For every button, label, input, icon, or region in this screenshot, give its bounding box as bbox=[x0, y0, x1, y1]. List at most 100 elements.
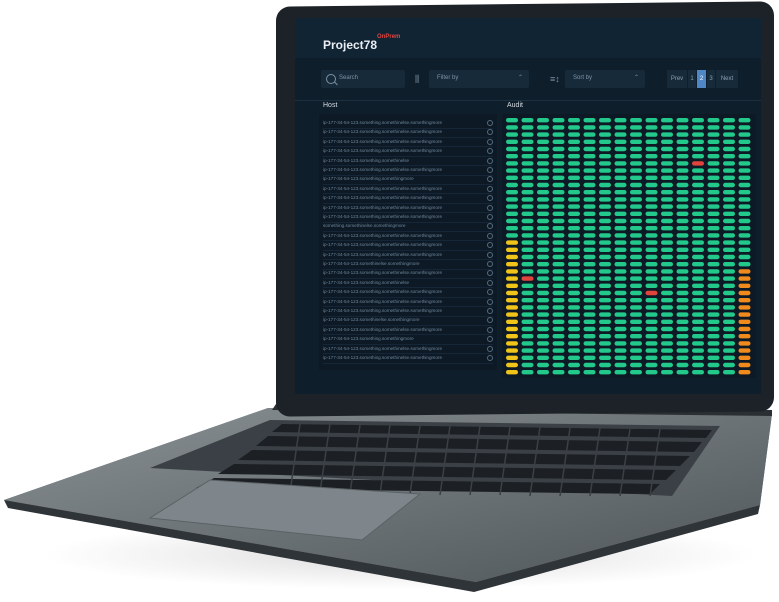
audit-cell[interactable] bbox=[707, 154, 720, 159]
host-row[interactable]: ip-177-34-54-123.something.somethinelse.… bbox=[323, 289, 493, 298]
info-icon[interactable] bbox=[487, 251, 493, 258]
audit-cell[interactable] bbox=[583, 298, 596, 303]
audit-cell[interactable] bbox=[521, 226, 534, 231]
audit-cell[interactable] bbox=[506, 211, 518, 216]
audit-cell[interactable] bbox=[692, 283, 704, 288]
audit-cell[interactable] bbox=[645, 319, 658, 324]
audit-cell[interactable] bbox=[537, 161, 549, 166]
audit-cell[interactable] bbox=[614, 326, 627, 332]
audit-cell[interactable] bbox=[692, 182, 704, 188]
audit-cell[interactable] bbox=[738, 305, 751, 310]
audit-cell[interactable] bbox=[614, 168, 627, 173]
audit-cell[interactable] bbox=[676, 355, 689, 360]
audit-cell[interactable] bbox=[738, 154, 751, 159]
audit-cell[interactable] bbox=[583, 283, 596, 288]
audit-cell[interactable] bbox=[599, 190, 611, 195]
audit-cell[interactable] bbox=[661, 154, 673, 159]
audit-cell[interactable] bbox=[552, 370, 565, 375]
host-row[interactable]: ip-177-34-54-123.somethinelse.somethingm… bbox=[323, 317, 493, 326]
audit-cell[interactable] bbox=[723, 240, 735, 245]
audit-cell[interactable] bbox=[676, 218, 689, 224]
audit-cell[interactable] bbox=[614, 211, 627, 216]
audit-cell[interactable] bbox=[645, 118, 658, 123]
audit-cell[interactable] bbox=[723, 341, 735, 346]
audit-cell[interactable] bbox=[630, 341, 642, 346]
audit-cell[interactable] bbox=[537, 204, 549, 209]
host-row[interactable]: ip-177-34-54-123.something.somethinelse.… bbox=[323, 270, 493, 279]
audit-cell[interactable] bbox=[692, 312, 704, 317]
audit-cell[interactable] bbox=[723, 211, 735, 216]
audit-cell[interactable] bbox=[661, 298, 673, 303]
audit-cell[interactable] bbox=[599, 161, 611, 166]
audit-cell[interactable] bbox=[723, 197, 735, 202]
audit-cell[interactable] bbox=[599, 132, 611, 137]
audit-cell[interactable] bbox=[723, 132, 735, 137]
audit-cell[interactable] bbox=[506, 283, 518, 288]
audit-cell[interactable] bbox=[661, 276, 673, 281]
audit-cell[interactable] bbox=[583, 319, 596, 324]
audit-cell[interactable] bbox=[583, 348, 596, 353]
audit-cell[interactable] bbox=[521, 305, 534, 310]
audit-cell[interactable] bbox=[506, 161, 518, 166]
audit-cell[interactable] bbox=[661, 290, 673, 296]
host-row[interactable]: ip-177-34-54-123.something.somethinelse.… bbox=[323, 129, 493, 138]
audit-cell[interactable] bbox=[630, 218, 642, 224]
audit-cell[interactable] bbox=[568, 182, 580, 188]
info-icon[interactable] bbox=[487, 120, 493, 126]
audit-cell[interactable] bbox=[506, 269, 518, 274]
host-row[interactable]: ip-177-34-54-123.something.somethinelse.… bbox=[323, 355, 493, 364]
audit-cell[interactable] bbox=[521, 168, 534, 173]
audit-cell[interactable] bbox=[630, 362, 642, 368]
audit-cell[interactable] bbox=[692, 254, 704, 260]
audit-cell[interactable] bbox=[723, 334, 735, 339]
audit-cell[interactable] bbox=[692, 218, 704, 224]
audit-cell[interactable] bbox=[521, 139, 534, 144]
audit-cell[interactable] bbox=[723, 283, 735, 288]
audit-cell[interactable] bbox=[506, 175, 518, 180]
audit-cell[interactable] bbox=[537, 326, 549, 332]
audit-cell[interactable] bbox=[506, 370, 518, 375]
audit-cell[interactable] bbox=[506, 247, 518, 252]
audit-cell[interactable] bbox=[568, 118, 580, 123]
audit-cell[interactable] bbox=[645, 262, 658, 267]
audit-cell[interactable] bbox=[614, 240, 627, 245]
audit-cell[interactable] bbox=[521, 132, 534, 137]
audit-cell[interactable] bbox=[676, 139, 689, 144]
audit-cell[interactable] bbox=[676, 269, 689, 274]
audit-cell[interactable] bbox=[723, 305, 735, 310]
audit-cell[interactable] bbox=[521, 254, 534, 260]
audit-cell[interactable] bbox=[630, 298, 642, 303]
host-row[interactable]: ip-177-34-54-123.something.somethinelse.… bbox=[323, 232, 493, 242]
audit-cell[interactable] bbox=[506, 182, 518, 188]
audit-cell[interactable] bbox=[630, 334, 642, 339]
audit-cell[interactable] bbox=[661, 362, 673, 368]
audit-cell[interactable] bbox=[599, 125, 611, 130]
audit-cell[interactable] bbox=[645, 240, 658, 245]
audit-cell[interactable] bbox=[676, 341, 689, 346]
audit-cell[interactable] bbox=[630, 240, 642, 245]
audit-cell[interactable] bbox=[506, 190, 518, 195]
audit-cell[interactable] bbox=[692, 269, 704, 274]
audit-cell[interactable] bbox=[521, 269, 534, 274]
audit-cell[interactable] bbox=[583, 226, 596, 231]
audit-cell[interactable] bbox=[645, 298, 658, 303]
audit-cell[interactable] bbox=[614, 233, 627, 238]
audit-cell[interactable] bbox=[599, 211, 611, 216]
audit-cell[interactable] bbox=[552, 168, 565, 173]
audit-cell[interactable] bbox=[645, 154, 658, 159]
info-icon[interactable] bbox=[487, 317, 493, 324]
audit-cell[interactable] bbox=[537, 312, 549, 317]
audit-cell[interactable] bbox=[738, 132, 751, 137]
audit-cell[interactable] bbox=[723, 262, 735, 267]
audit-cell[interactable] bbox=[537, 262, 549, 267]
audit-cell[interactable] bbox=[521, 262, 534, 267]
audit-cell[interactable] bbox=[707, 348, 720, 353]
audit-cell[interactable] bbox=[738, 168, 751, 173]
audit-cell[interactable] bbox=[738, 319, 751, 324]
audit-cell[interactable] bbox=[583, 146, 596, 152]
audit-cell[interactable] bbox=[506, 312, 518, 317]
audit-cell[interactable] bbox=[506, 118, 518, 123]
audit-cell[interactable] bbox=[568, 175, 580, 180]
audit-cell[interactable] bbox=[738, 226, 751, 231]
audit-cell[interactable] bbox=[614, 226, 627, 231]
